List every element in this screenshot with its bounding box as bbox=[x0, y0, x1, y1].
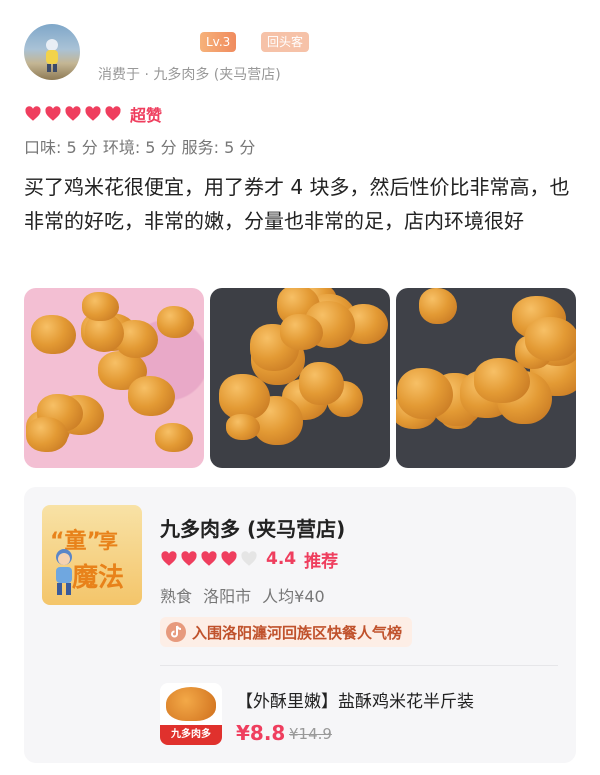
nugget bbox=[127, 375, 176, 417]
nugget bbox=[31, 314, 77, 355]
shop-name[interactable]: 九多肉多 (夹马营店) bbox=[160, 513, 345, 542]
returning-customer-badge: 回头客 bbox=[261, 32, 310, 52]
shop-hearts bbox=[160, 550, 260, 568]
review-rating: 超赞 bbox=[24, 102, 162, 126]
ranking-chip[interactable]: 入围洛阳瀍河回族区快餐人气榜 bbox=[160, 617, 413, 647]
shop-score: 4.4 bbox=[266, 549, 297, 569]
level-badge: Lv.3 bbox=[200, 32, 237, 52]
nugget bbox=[279, 314, 323, 351]
consumed-at-text[interactable]: 消费于 · 九多肉多 (夹马营店) bbox=[98, 64, 281, 84]
heart-filled-icon bbox=[201, 551, 217, 566]
nugget bbox=[525, 316, 576, 361]
nugget bbox=[226, 413, 261, 441]
shop-thumbnail[interactable]: “童” 享 魔法 bbox=[42, 505, 142, 605]
heart-filled-icon bbox=[45, 106, 61, 121]
heart-filled-icon bbox=[105, 106, 121, 121]
avatar[interactable] bbox=[24, 24, 80, 80]
deal-thumbnail[interactable]: 九多肉多 bbox=[160, 683, 222, 745]
review-header: Lv.3 回头客 消费于 · 九多肉多 (夹马营店) bbox=[24, 24, 576, 86]
nugget bbox=[299, 361, 344, 406]
heart-filled-icon bbox=[65, 106, 81, 121]
nugget bbox=[25, 416, 68, 452]
deal-original-price: ¥14.9 bbox=[289, 725, 332, 743]
nugget bbox=[397, 368, 453, 419]
shop-recommend-label: 推荐 bbox=[304, 551, 339, 572]
heart-filled-icon bbox=[161, 551, 177, 566]
avatar-figure-icon bbox=[46, 39, 58, 72]
divider bbox=[160, 665, 558, 666]
heart-filled-icon bbox=[181, 551, 197, 566]
nugget bbox=[154, 423, 193, 453]
shop-card[interactable]: “童” 享 魔法 九多肉多 (夹马营店) 4.4 推荐 熟食 洛阳市 人均¥40… bbox=[24, 487, 576, 763]
heart-filled-icon bbox=[221, 551, 237, 566]
deal-price: ¥8.8 bbox=[236, 721, 286, 745]
review-photo-1[interactable] bbox=[24, 288, 204, 468]
heart-empty-icon bbox=[241, 551, 257, 566]
review-photo-3[interactable] bbox=[396, 288, 576, 468]
tiktok-icon bbox=[166, 622, 186, 642]
deal-food-image bbox=[166, 687, 216, 721]
nugget bbox=[81, 291, 119, 322]
deal-thumb-band: 九多肉多 bbox=[160, 725, 222, 745]
review-text: 买了鸡米花很便宜，用了券才 4 块多，然后性价比非常高，也非常的好吃，非常的嫩，… bbox=[24, 175, 570, 233]
nugget bbox=[419, 288, 458, 324]
sub-scores: 口味: 5 分 环境: 5 分 服务: 5 分 bbox=[24, 138, 256, 157]
review-photo-2[interactable] bbox=[210, 288, 390, 468]
rating-label: 超赞 bbox=[130, 106, 163, 125]
heart-filled-icon bbox=[25, 106, 41, 121]
nugget bbox=[474, 358, 531, 403]
shop-meta: 熟食 洛阳市 人均¥40 bbox=[160, 587, 325, 606]
nugget bbox=[157, 306, 194, 338]
review-photos bbox=[24, 288, 576, 468]
deal-title[interactable]: 【外酥里嫩】盐酥鸡米花半斤装 bbox=[236, 687, 474, 712]
shop-rating: 4.4 推荐 bbox=[160, 547, 339, 572]
heart-filled-icon bbox=[85, 106, 101, 121]
kid-illustration-icon bbox=[56, 549, 72, 595]
shop-thumb-text-2: 享 bbox=[98, 529, 118, 553]
review-hearts bbox=[24, 105, 124, 123]
ranking-text: 入围洛阳瀍河回族区快餐人气榜 bbox=[192, 623, 403, 642]
